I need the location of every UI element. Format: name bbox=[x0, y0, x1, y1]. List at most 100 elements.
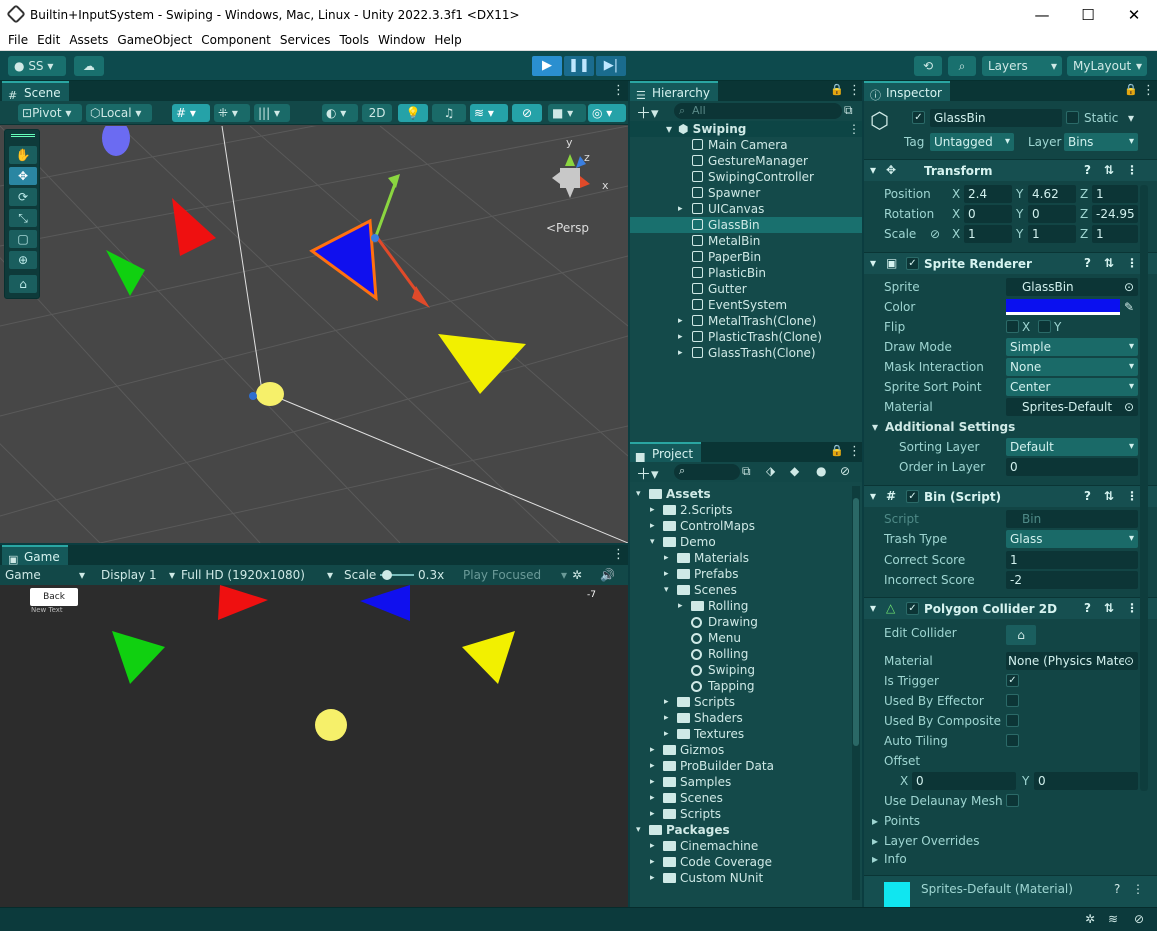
expand-arrow-icon[interactable]: ▸ bbox=[650, 790, 655, 806]
project-item[interactable]: ▸ Rolling bbox=[630, 598, 848, 614]
persp-label[interactable]: <Persp bbox=[546, 221, 589, 235]
tab-project[interactable]: ▆ Project bbox=[630, 442, 702, 463]
edit-collider-button[interactable]: ⌂ bbox=[1006, 625, 1036, 645]
expand-arrow-icon[interactable]: ▾ bbox=[650, 534, 655, 550]
project-item[interactable]: ▸ ControlMaps bbox=[630, 518, 848, 534]
inspector-lock-icon[interactable]: 🔒 bbox=[1124, 83, 1138, 96]
project-item[interactable]: ▸ Gizmos bbox=[630, 742, 848, 758]
expand-arrow-icon[interactable]: ▸ bbox=[872, 814, 878, 828]
static-checkbox[interactable] bbox=[1066, 111, 1079, 124]
expand-arrow-icon[interactable]: ▾ bbox=[664, 582, 669, 598]
sorting-layer-dropdown[interactable]: Default bbox=[1006, 438, 1138, 456]
component-menu-icon[interactable]: ⋮ bbox=[1126, 601, 1138, 615]
mask-interaction-dropdown[interactable]: None bbox=[1006, 358, 1138, 376]
preset-icon[interactable]: ⇅ bbox=[1104, 256, 1114, 270]
game-canvas[interactable] bbox=[0, 585, 628, 907]
project-lock-icon[interactable]: 🔒 bbox=[830, 444, 844, 457]
collider-material-field[interactable]: None (Physics Mate ⊙ bbox=[1006, 652, 1138, 670]
bin-script-enabled-checkbox[interactable]: ✓ bbox=[906, 490, 919, 503]
pivot-dropdown[interactable]: ⊡Pivot ▾ bbox=[18, 104, 82, 122]
tag-icon[interactable]: ◆ bbox=[790, 464, 799, 478]
scene-visibility-icon[interactable]: ⧉ bbox=[844, 103, 853, 118]
eyedropper-icon[interactable]: ✎ bbox=[1124, 300, 1134, 314]
bin-script-header[interactable]: ▾ # ✓ Bin (Script) ? ⇅ ⋮ bbox=[864, 485, 1157, 507]
lock-icon[interactable]: 🔒 bbox=[830, 83, 844, 96]
component-menu-icon[interactable]: ⋮ bbox=[1132, 882, 1144, 896]
hierarchy-item[interactable]: Main Camera bbox=[630, 137, 862, 153]
hierarchy-item[interactable]: ▸ PlasticTrash(Clone) bbox=[630, 329, 862, 345]
project-item[interactable]: ▾ Packages bbox=[630, 822, 848, 838]
project-item[interactable]: ▸ ProBuilder Data bbox=[630, 758, 848, 774]
material-field[interactable]: Sprites-Default ⊙ bbox=[1006, 398, 1138, 416]
project-item[interactable]: Swiping bbox=[630, 662, 848, 678]
inspector-menu-icon[interactable]: ⋮ bbox=[1142, 83, 1155, 98]
warning-icon[interactable]: ● bbox=[816, 464, 826, 478]
polygon-collider-header[interactable]: ▾ △ ✓ Polygon Collider 2D ? ⇅ ⋮ bbox=[864, 597, 1157, 619]
help-icon[interactable]: ? bbox=[1084, 601, 1091, 615]
tag-dropdown[interactable]: Untagged bbox=[930, 133, 1014, 151]
rotate-tool-button[interactable]: ⟳ bbox=[9, 188, 37, 206]
offset-x-field[interactable]: 0 bbox=[912, 772, 1016, 790]
debug-bug-icon[interactable]: ✲ bbox=[1085, 912, 1095, 926]
game-menu-icon[interactable]: ⋮ bbox=[612, 547, 625, 562]
sprite-field[interactable]: GlassBin ⊙ bbox=[1006, 278, 1138, 296]
preset-icon[interactable]: ⇅ bbox=[1104, 601, 1114, 615]
menu-gameobject[interactable]: GameObject bbox=[117, 33, 192, 47]
project-item[interactable]: Tapping bbox=[630, 678, 848, 694]
account-dropdown[interactable]: ● SS ▾ bbox=[8, 56, 66, 76]
menu-component[interactable]: Component bbox=[201, 33, 271, 47]
polygon-collider-enabled-checkbox[interactable]: ✓ bbox=[906, 602, 919, 615]
scale-slider[interactable] bbox=[380, 565, 414, 585]
increment-snap-toggle[interactable]: ||| ▾ bbox=[254, 104, 290, 122]
static-dropdown[interactable]: ▾ bbox=[1128, 111, 1134, 125]
flip-x-checkbox[interactable] bbox=[1006, 320, 1019, 333]
hierarchy-search-input[interactable]: ⌕ All bbox=[674, 103, 842, 119]
material-preview-header[interactable]: Sprites-Default (Material) ? ⋮ bbox=[864, 875, 1157, 908]
sprite-renderer-enabled-checkbox[interactable]: ✓ bbox=[906, 257, 919, 270]
project-item[interactable]: ▸ Scripts bbox=[630, 806, 848, 822]
position-z-field[interactable]: 1 bbox=[1092, 185, 1138, 203]
play-button[interactable]: ▶ bbox=[532, 56, 562, 76]
object-name-field[interactable]: GlassBin bbox=[930, 109, 1062, 127]
hand-tool-button[interactable]: ✋ bbox=[9, 146, 37, 164]
menu-tools[interactable]: Tools bbox=[340, 33, 370, 47]
expand-arrow-icon[interactable]: ▾ bbox=[636, 822, 641, 838]
tab-hierarchy[interactable]: ☰ Hierarchy bbox=[630, 81, 719, 102]
cache-server-icon[interactable]: ≋ bbox=[1108, 912, 1118, 926]
color-swatch[interactable] bbox=[1006, 299, 1120, 315]
hierarchy-item[interactable]: ▸ UICanvas bbox=[630, 201, 862, 217]
project-item[interactable]: ▸ Samples bbox=[630, 774, 848, 790]
maximize-button[interactable]: ☐ bbox=[1065, 0, 1111, 30]
2d-toggle[interactable]: 2D bbox=[362, 104, 392, 122]
layers-dropdown[interactable]: Layers ▾ bbox=[982, 56, 1062, 76]
hierarchy-menu-icon[interactable]: ⋮ bbox=[848, 83, 861, 98]
gizmo-center[interactable] bbox=[371, 234, 379, 242]
red-bin-sprite[interactable] bbox=[172, 198, 216, 256]
hierarchy-scene-row[interactable]: ▾ ⬢ Swiping ⋮ bbox=[630, 121, 862, 137]
move-tool-button[interactable]: ✥ bbox=[9, 167, 37, 185]
expand-arrow-icon[interactable]: ▸ bbox=[650, 742, 655, 758]
search-by-label-icon[interactable]: ⬗ bbox=[766, 464, 775, 478]
collapse-arrow-icon[interactable]: ▾ bbox=[872, 420, 878, 434]
collapse-arrow-icon[interactable]: ▾ bbox=[870, 256, 876, 270]
menu-help[interactable]: Help bbox=[434, 33, 461, 47]
display-dropdown[interactable]: Display 1 ▾ bbox=[101, 565, 175, 585]
gizmo-x-handle[interactable] bbox=[374, 235, 422, 297]
history-button[interactable]: ⟲ bbox=[914, 56, 942, 76]
project-item[interactable]: ▾ Demo bbox=[630, 534, 848, 550]
create-asset-button[interactable]: ＋▾ bbox=[636, 463, 659, 484]
hierarchy-item[interactable]: Spawner bbox=[630, 185, 862, 201]
project-item[interactable]: ▾ Scenes bbox=[630, 582, 848, 598]
transform-header[interactable]: ▾ ✥ Transform ? ⇅ ⋮ bbox=[864, 159, 1157, 181]
scene-menu-icon[interactable]: ⋮ bbox=[612, 83, 625, 98]
hierarchy-item[interactable]: SwipingController bbox=[630, 169, 862, 185]
rect-tool-button[interactable]: ▢ bbox=[9, 230, 37, 248]
scene-canvas[interactable]: y z x <Persp bbox=[0, 126, 628, 543]
position-x-field[interactable]: 2.4 bbox=[964, 185, 1012, 203]
draw-mode-dropdown[interactable]: Simple bbox=[1006, 338, 1138, 356]
expand-arrow-icon[interactable]: ▸ bbox=[678, 329, 683, 345]
purple-sprite[interactable] bbox=[102, 126, 130, 156]
minimize-button[interactable]: — bbox=[1019, 0, 1065, 30]
component-menu-icon[interactable]: ⋮ bbox=[1126, 256, 1138, 270]
project-item[interactable]: ▸ Prefabs bbox=[630, 566, 848, 582]
